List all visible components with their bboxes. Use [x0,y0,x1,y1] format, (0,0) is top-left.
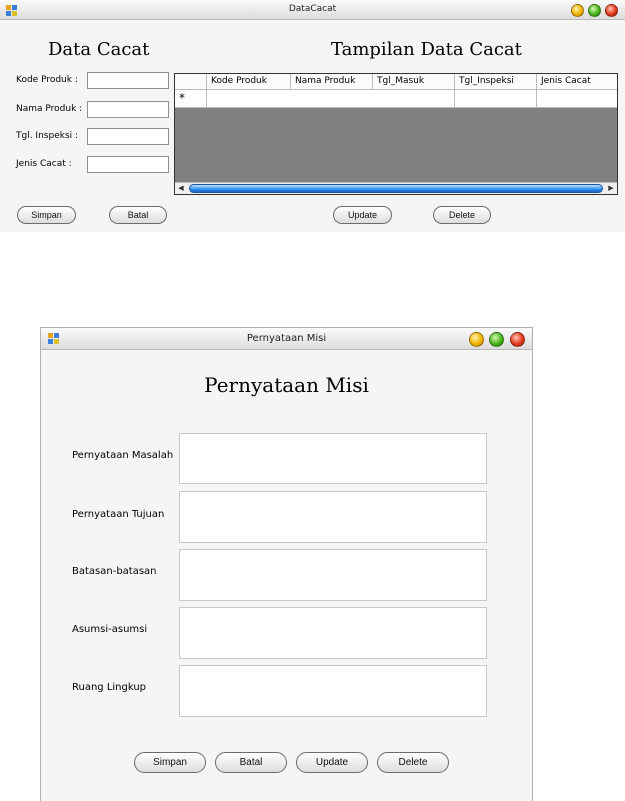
nama-produk-input[interactable] [87,101,169,118]
form-heading: Data Cacat [48,39,150,60]
close-button[interactable] [605,4,618,17]
delete-button[interactable]: Delete [433,206,491,224]
maximize-button[interactable] [588,4,601,17]
maximize-button[interactable] [489,332,504,347]
datacacat-window: DataCacat Data Cacat Tampilan Data Cacat… [0,0,625,232]
pernyataan-masalah-input[interactable] [179,433,487,484]
title-bar[interactable]: DataCacat [0,0,625,20]
batal-button[interactable]: Batal [109,206,167,224]
grid-new-row[interactable]: * [175,90,617,108]
pernyataan-misi-window: Pernyataan Misi Pernyataan Misi Pernyata… [40,327,533,801]
window-title: DataCacat [288,4,337,14]
tgl-inspeksi-label: Tgl. Inspeksi : [16,131,79,141]
grid-heading: Tampilan Data Cacat [331,39,522,60]
pernyataan-tujuan-label: Pernyataan Tujuan [72,509,165,520]
form-heading: Pernyataan Misi [204,373,369,397]
minimize-button[interactable] [571,4,584,17]
pernyataan-tujuan-input[interactable] [179,491,487,543]
update-button[interactable]: Update [333,206,392,224]
horizontal-scrollbar[interactable]: ◀ ▶ [175,182,617,194]
column-header[interactable]: Tgl_Inspeksi [455,74,537,90]
grid-cell[interactable] [291,90,373,108]
new-row-marker: * [175,90,207,108]
ruang-lingkup-label: Ruang Lingkup [72,682,147,693]
batasan-batasan-label: Batasan-batasan [72,566,157,577]
window-title: Pernyataan Misi [246,333,327,344]
scroll-right-icon[interactable]: ▶ [605,183,617,194]
jenis-cacat-input[interactable] [87,156,169,173]
kode-produk-label: Kode Produk : [16,75,78,85]
grid-cell[interactable] [537,90,617,108]
grid-cell[interactable] [455,90,537,108]
kode-produk-input[interactable] [87,72,169,89]
update-button[interactable]: Update [296,752,368,773]
delete-button[interactable]: Delete [377,752,449,773]
simpan-button[interactable]: Simpan [134,752,206,773]
nama-produk-label: Nama Produk : [16,104,83,114]
column-header[interactable]: Kode Produk [207,74,291,90]
asumsi-asumsi-input[interactable] [179,607,487,659]
minimize-button[interactable] [469,332,484,347]
scroll-left-icon[interactable]: ◀ [175,183,187,194]
tgl-inspeksi-input[interactable] [87,128,169,145]
grid-cell[interactable] [373,90,455,108]
grid-header: Kode Produk Nama Produk Tgl_Masuk Tgl_In… [175,74,617,90]
scroll-thumb[interactable] [189,184,603,193]
close-button[interactable] [510,332,525,347]
title-bar[interactable]: Pernyataan Misi [41,328,532,350]
asumsi-asumsi-label: Asumsi-asumsi [72,624,148,635]
ruang-lingkup-input[interactable] [179,665,487,717]
simpan-button[interactable]: Simpan [17,206,76,224]
batal-button[interactable]: Batal [215,752,287,773]
data-cacat-grid[interactable]: Kode Produk Nama Produk Tgl_Masuk Tgl_In… [174,73,618,195]
batasan-batasan-input[interactable] [179,549,487,601]
jenis-cacat-label: Jenis Cacat : [16,159,72,169]
pernyataan-masalah-label: Pernyataan Masalah [72,450,174,461]
column-header[interactable]: Nama Produk [291,74,373,90]
column-header[interactable]: Tgl_Masuk [373,74,455,90]
grid-cell[interactable] [207,90,291,108]
column-header[interactable]: Jenis Cacat [537,74,617,90]
row-header-corner [175,74,207,90]
